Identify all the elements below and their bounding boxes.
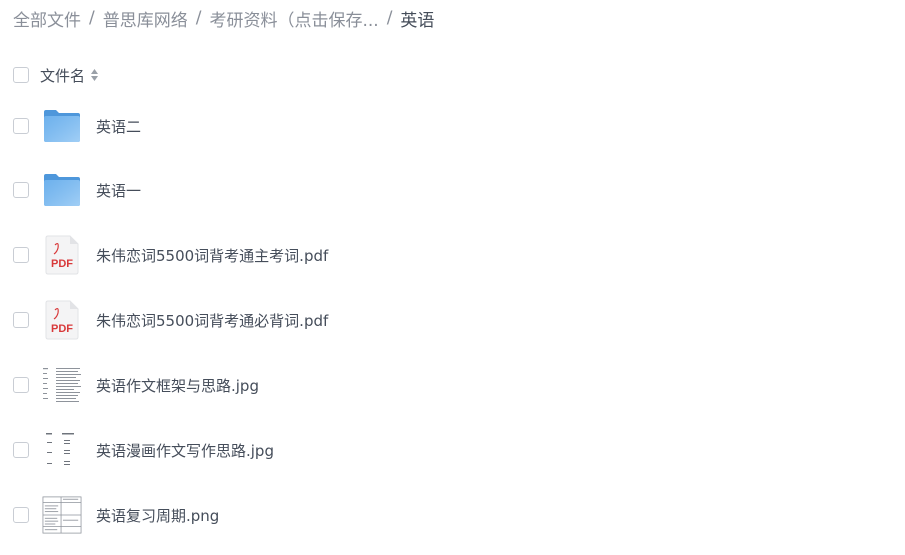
file-row[interactable]: 英语作文框架与思路.jpg [13, 363, 873, 407]
breadcrumb-item-current: 英语 [400, 10, 435, 31]
select-all-checkbox[interactable] [13, 67, 29, 83]
file-name[interactable]: 朱伟恋词5500词背考通必背词.pdf [96, 310, 328, 331]
breadcrumb-separator: / [386, 8, 393, 28]
breadcrumb: 全部文件 / 普思库网络 / 考研资料（点击保存... / 英语 [13, 5, 434, 31]
file-name[interactable]: 朱伟恋词5500词背考通主考词.pdf [96, 245, 328, 266]
column-header-filename[interactable]: 文件名 [40, 65, 85, 86]
row-checkbox[interactable] [13, 247, 29, 263]
file-browser: 全部文件 / 普思库网络 / 考研资料（点击保存... / 英语 文件名 英语二… [0, 0, 905, 555]
row-checkbox[interactable] [13, 377, 29, 393]
sort-icon[interactable] [90, 68, 99, 82]
file-row[interactable]: PDF 朱伟恋词5500词背考通主考词.pdf [13, 233, 873, 277]
list-header: 文件名 [13, 64, 99, 86]
file-row[interactable]: 英语复习周期.png [13, 493, 873, 537]
pdf-icon: PDF [42, 235, 82, 275]
breadcrumb-item-kaoyan[interactable]: 考研资料（点击保存... [209, 6, 378, 31]
breadcrumb-item-all-files[interactable]: 全部文件 [13, 6, 81, 31]
pdf-icon: PDF [42, 300, 82, 340]
image-thumbnail-icon [42, 430, 82, 470]
file-row[interactable]: 英语二 [13, 104, 873, 148]
folder-icon [42, 106, 82, 146]
image-thumbnail-icon [42, 365, 82, 405]
row-checkbox[interactable] [13, 312, 29, 328]
pdf-icon-label: PDF [51, 258, 73, 270]
breadcrumb-separator: / [195, 8, 202, 28]
row-checkbox[interactable] [13, 507, 29, 523]
pdf-icon-label: PDF [51, 323, 73, 335]
file-name[interactable]: 英语漫画作文写作思路.jpg [96, 440, 274, 461]
file-row[interactable]: PDF 朱伟恋词5500词背考通必背词.pdf [13, 298, 873, 342]
row-checkbox[interactable] [13, 182, 29, 198]
row-checkbox[interactable] [13, 118, 29, 134]
file-name[interactable]: 英语复习周期.png [96, 505, 219, 526]
file-name[interactable]: 英语二 [96, 116, 141, 137]
file-row[interactable]: 英语一 [13, 168, 873, 212]
folder-icon [42, 170, 82, 210]
file-name[interactable]: 英语一 [96, 180, 141, 201]
breadcrumb-item-pusiku[interactable]: 普思库网络 [103, 6, 188, 31]
breadcrumb-separator: / [89, 8, 95, 28]
row-checkbox[interactable] [13, 442, 29, 458]
image-thumbnail-icon [42, 495, 82, 535]
file-name[interactable]: 英语作文框架与思路.jpg [96, 375, 259, 396]
file-row[interactable]: 英语漫画作文写作思路.jpg [13, 428, 873, 472]
